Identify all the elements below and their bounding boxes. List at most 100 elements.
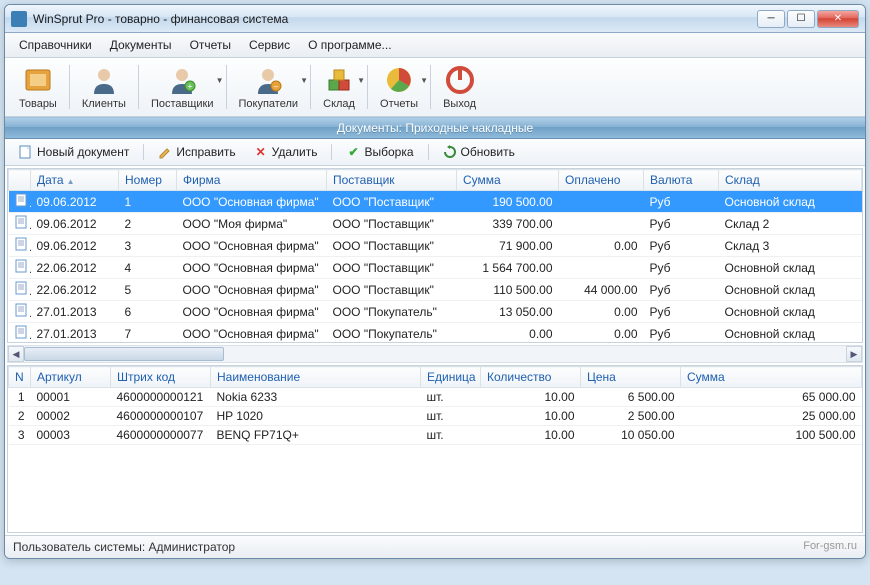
chevron-down-icon[interactable]: ▼ [420,76,428,85]
toolbar-clients[interactable]: Клиенты [74,62,134,112]
table-row[interactable]: 3000034600000000077BENQ FP71Q+шт.10.0010… [9,426,862,445]
maximize-button[interactable]: ☐ [787,10,815,28]
refresh-button[interactable]: Обновить [435,142,523,162]
table-row[interactable]: 27.01.20137ООО "Основная фирма"ООО "Поку… [9,323,862,344]
toolbar-label: Выход [443,98,476,110]
table-row[interactable]: 09.06.20121ООО "Основная фирма"ООО "Пост… [9,191,862,213]
toolbar-warehouse[interactable]: Склад ▼ [315,62,363,112]
menu-documents[interactable]: Документы [102,35,180,55]
menu-service[interactable]: Сервис [241,35,298,55]
dcol-unit[interactable]: Единица [421,367,481,388]
table-row[interactable]: 22.06.20124ООО "Основная фирма"ООО "Пост… [9,257,862,279]
edit-button[interactable]: Исправить [150,142,243,162]
col-firm[interactable]: Фирма [177,170,327,191]
col-paid[interactable]: Оплачено [559,170,644,191]
toolbar-suppliers[interactable]: + Поставщики ▼ [143,62,222,112]
chevron-down-icon[interactable]: ▼ [216,76,224,85]
col-supplier[interactable]: Поставщик [327,170,457,191]
toolbar-reports[interactable]: Отчеты ▼ [372,62,426,112]
grid-header-row: Дата▲ Номер Фирма Поставщик Сумма Оплаче… [9,170,862,191]
refresh-icon [443,145,457,159]
col-icon[interactable] [9,170,31,191]
col-number[interactable]: Номер [119,170,177,191]
buyers-icon: – [252,64,284,96]
document-icon [15,193,29,207]
documents-grid[interactable]: Дата▲ Номер Фирма Поставщик Сумма Оплаче… [7,168,863,343]
table-row[interactable]: 1000014600000000121Nokia 6233шт.10.006 5… [9,388,862,407]
dcol-qty[interactable]: Количество [481,367,581,388]
scroll-left-icon[interactable]: ◀ [8,346,24,362]
toolbar-goods[interactable]: Товары [11,62,65,112]
detail-grid[interactable]: N Артикул Штрих код Наименование Единица… [7,365,863,533]
document-icon [15,237,29,251]
document-icon [15,259,29,273]
watermark: For-gsm.ru [803,540,857,554]
statusbar: Пользователь системы: Администратор For-… [5,535,865,558]
grid-hscrollbar[interactable]: ◀ ▶ [7,345,863,363]
table-row[interactable]: 27.01.20136ООО "Основная фирма"ООО "Поку… [9,301,862,323]
delete-button[interactable]: ✕ Удалить [246,142,326,162]
table-row[interactable]: 09.06.20123ООО "Основная фирма"ООО "Пост… [9,235,862,257]
table-row[interactable]: 22.06.20125ООО "Основная фирма"ООО "Пост… [9,279,862,301]
main-toolbar: ТоварыКлиенты+Поставщики▼–Покупатели▼Скл… [5,58,865,117]
menu-reports[interactable]: Отчеты [182,35,239,55]
menubar: Справочники Документы Отчеты Сервис О пр… [5,33,865,58]
pencil-icon [158,145,172,159]
new-icon [19,145,33,159]
col-warehouse[interactable]: Склад [719,170,862,191]
scroll-thumb[interactable] [24,347,224,361]
table-row[interactable]: 2000024600000000107HP 1020шт.10.002 500.… [9,407,862,426]
chevron-down-icon[interactable]: ▼ [357,76,365,85]
toolbar-label: Клиенты [82,98,126,110]
row-icon-cell [9,191,31,213]
app-window: WinSprut Pro - товарно - финансовая сист… [4,4,866,559]
dcol-article[interactable]: Артикул [31,367,111,388]
col-sum[interactable]: Сумма [457,170,559,191]
dcol-n[interactable]: N [9,367,31,388]
new-document-button[interactable]: Новый документ [11,142,137,162]
reports-icon [383,64,415,96]
toolbar-label: Склад [323,98,355,110]
toolbar-exit[interactable]: Выход [435,62,484,112]
delete-icon: ✕ [254,145,268,159]
row-icon-cell [9,235,31,257]
close-button[interactable]: ✕ [817,10,859,28]
menu-about[interactable]: О программе... [300,35,399,55]
filter-button[interactable]: ✔ Выборка [338,142,421,162]
dcol-sum[interactable]: Сумма [681,367,862,388]
col-date[interactable]: Дата▲ [31,170,119,191]
toolbar-buyers[interactable]: – Покупатели ▼ [231,62,307,112]
titlebar[interactable]: WinSprut Pro - товарно - финансовая сист… [5,5,865,33]
refresh-label: Обновить [461,145,515,159]
status-user: Пользователь системы: Администратор [13,540,235,554]
delete-label: Удалить [272,145,318,159]
row-icon-cell [9,257,31,279]
window-title: WinSprut Pro - товарно - финансовая сист… [33,12,757,26]
document-icon [15,303,29,317]
new-label: Новый документ [37,145,129,159]
menu-references[interactable]: Справочники [11,35,100,55]
row-icon-cell [9,301,31,323]
edit-label: Исправить [176,145,235,159]
minimize-button[interactable]: ─ [757,10,785,28]
suppliers-icon: + [166,64,198,96]
toolbar-label: Поставщики [151,98,214,110]
col-currency[interactable]: Валюта [644,170,719,191]
row-icon-cell [9,279,31,301]
table-row[interactable]: 09.06.20122ООО "Моя фирма"ООО "Поставщик… [9,213,862,235]
dcol-barcode[interactable]: Штрих код [111,367,211,388]
document-icon [15,281,29,295]
detail-header-row: N Артикул Штрих код Наименование Единица… [9,367,862,388]
goods-icon [22,64,54,96]
toolbar-label: Отчеты [380,98,418,110]
clients-icon [88,64,120,96]
dcol-name[interactable]: Наименование [211,367,421,388]
document-action-bar: Новый документ Исправить ✕ Удалить ✔ Выб… [5,139,865,166]
scroll-right-icon[interactable]: ▶ [846,346,862,362]
toolbar-label: Покупатели [239,98,299,110]
toolbar-label: Товары [19,98,57,110]
chevron-down-icon[interactable]: ▼ [300,76,308,85]
row-icon-cell [9,323,31,344]
dcol-price[interactable]: Цена [581,367,681,388]
app-icon [11,11,27,27]
